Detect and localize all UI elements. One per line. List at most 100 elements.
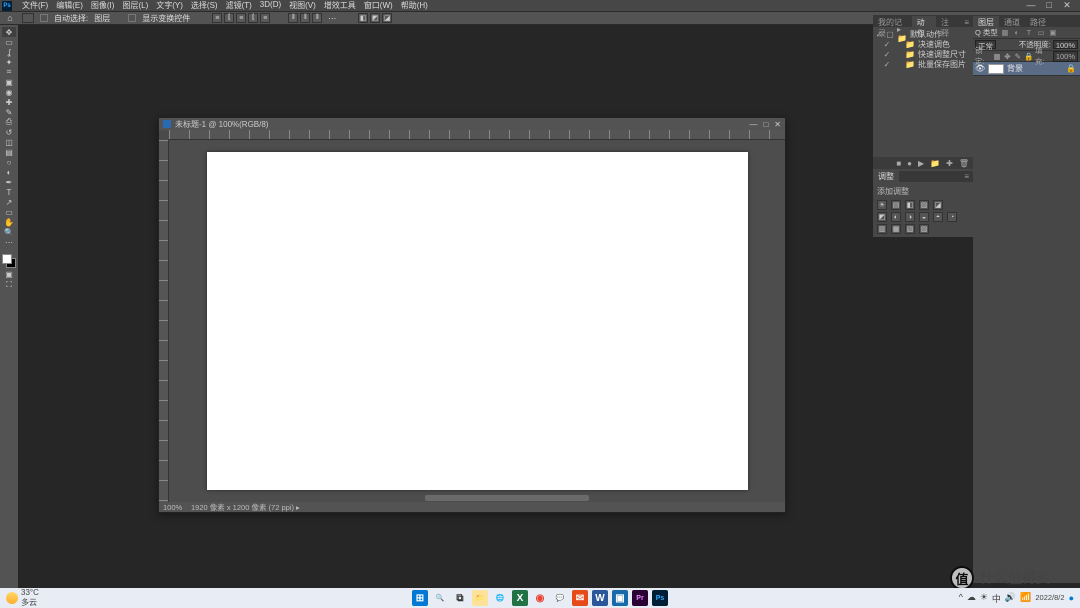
crop-tool[interactable] <box>2 67 16 77</box>
tray-icon[interactable]: 📶 <box>1020 592 1031 605</box>
auto-select-dropdown[interactable]: 图层 <box>94 13 110 24</box>
distribute-button[interactable]: ⫴ <box>312 13 322 23</box>
menu-item[interactable]: 视图(V) <box>285 0 320 11</box>
taskbar-chrome-button[interactable]: ◉ <box>532 590 548 606</box>
hand-tool[interactable] <box>2 217 16 227</box>
adjustment-preset-button[interactable]: ◧ <box>905 200 915 210</box>
tray-icon[interactable]: ☁ <box>967 592 976 605</box>
adjustment-preset-button[interactable]: ▥ <box>877 224 887 234</box>
adjustment-preset-button[interactable]: ◩ <box>877 212 887 222</box>
shape-tool[interactable] <box>2 207 16 217</box>
align-button[interactable]: ≡ <box>212 13 222 23</box>
align-button[interactable]: ⫿ <box>224 13 234 23</box>
adjustment-preset-button[interactable]: ◓ <box>933 212 943 222</box>
taskbar-start-button[interactable]: ⊞ <box>412 590 428 606</box>
taskbar-date[interactable]: 2022/8/2 <box>1035 594 1064 602</box>
action-check-icon[interactable]: ✓ <box>883 50 891 59</box>
fill-field[interactable]: 100% <box>1053 51 1078 62</box>
window-maximize-button[interactable]: □ <box>1044 0 1054 11</box>
menu-item[interactable]: 滤镜(T) <box>222 0 256 11</box>
filter-type-icon[interactable]: T <box>1024 28 1034 37</box>
quick-mask-button[interactable]: ▣ <box>2 269 16 279</box>
menu-item[interactable]: 编辑(E) <box>52 0 87 11</box>
layer-visibility-icon[interactable]: 👁 <box>975 64 985 73</box>
mode-button[interactable]: ◩ <box>370 13 380 23</box>
taskbar-pr-button[interactable]: Pr <box>632 590 648 606</box>
tray-icon[interactable]: 中 <box>992 592 1001 605</box>
home-button[interactable]: ⌂ <box>4 13 16 23</box>
taskbar-weather[interactable]: 33°C 多云 <box>0 588 45 608</box>
adjustments-tab[interactable]: 调整 <box>873 171 899 182</box>
more-tool[interactable] <box>2 237 16 247</box>
action-item[interactable]: ✓📁决速调色 <box>875 39 971 49</box>
scrollbar-thumb[interactable] <box>425 495 589 501</box>
action-item[interactable]: ✓▢▸ 📁默认动作 <box>875 29 971 39</box>
dodge-tool[interactable] <box>2 167 16 177</box>
taskbar-explorer-button[interactable]: 📁 <box>472 590 488 606</box>
magic-wand-tool[interactable] <box>2 57 16 67</box>
menu-item[interactable]: 图像(I) <box>87 0 119 11</box>
foreground-color-swatch[interactable] <box>2 254 12 264</box>
taskbar-taskview-button[interactable]: ⧉ <box>452 590 468 606</box>
adjustment-preset-button[interactable]: ◪ <box>933 200 943 210</box>
taskbar-chat-button[interactable]: 💬 <box>552 590 568 606</box>
menu-item[interactable]: 图层(L) <box>118 0 152 11</box>
action-item[interactable]: ✓📁批量保存图片 <box>875 59 971 69</box>
adjustment-preset-button[interactable]: ◒ <box>919 212 929 222</box>
menu-item[interactable]: 文件(F) <box>18 0 52 11</box>
rect-marquee-tool[interactable] <box>2 37 16 47</box>
actions-footer-button[interactable]: ● <box>907 159 912 168</box>
lock-position-icon[interactable]: ✥ <box>1003 52 1011 61</box>
pen-tool[interactable] <box>2 177 16 187</box>
path-select-tool[interactable] <box>2 197 16 207</box>
doc-minimize-button[interactable]: — <box>749 120 757 129</box>
adjustment-preset-button[interactable]: ☀ <box>877 200 887 210</box>
gradient-tool[interactable] <box>2 147 16 157</box>
adjustment-preset-button[interactable]: ▨ <box>919 224 929 234</box>
history-brush-tool[interactable] <box>2 127 16 137</box>
tray-icon[interactable]: 🔊 <box>1005 592 1016 605</box>
zoom-tool[interactable] <box>2 227 16 237</box>
taskbar-ps-button[interactable]: Ps <box>652 590 668 606</box>
adjustment-preset-button[interactable]: ◐ <box>891 212 901 222</box>
active-tool-indicator[interactable] <box>22 13 34 23</box>
actions-footer-button[interactable]: ■ <box>896 159 901 168</box>
adjustment-preset-button[interactable]: ▦ <box>891 224 901 234</box>
layer-name[interactable]: 背景 <box>1007 63 1023 74</box>
opacity-field[interactable]: 100% <box>1053 40 1078 49</box>
action-dialog-icon[interactable]: ▢ <box>886 30 894 39</box>
menu-item[interactable]: 窗口(W) <box>360 0 397 11</box>
adjustment-preset-button[interactable]: ◔ <box>947 212 957 222</box>
taskbar-search-button[interactable]: 🔍 <box>432 590 448 606</box>
lasso-tool[interactable] <box>2 47 16 57</box>
action-check-icon[interactable]: ✓ <box>883 60 891 69</box>
layer-filter-label[interactable]: Q 类型 <box>975 27 998 38</box>
eyedropper-tool[interactable] <box>2 87 16 97</box>
blur-tool[interactable] <box>2 157 16 167</box>
panel-menu-button[interactable]: ≡ <box>960 18 973 27</box>
menu-item[interactable]: 增效工具 <box>320 0 360 11</box>
lock-paint-icon[interactable]: ✎ <box>1014 52 1022 61</box>
zoom-field[interactable]: 100% <box>163 503 191 512</box>
doc-close-button[interactable]: ✕ <box>774 120 781 129</box>
canvas-viewport[interactable] <box>169 140 785 502</box>
taskbar-edge-button[interactable]: 🌐 <box>492 590 508 606</box>
distribute-button[interactable]: ⫴ <box>300 13 310 23</box>
layer-row[interactable]: 👁 背景 🔒 <box>973 62 1080 76</box>
distribute-button[interactable]: ⫴ <box>288 13 298 23</box>
lock-all-icon[interactable]: 🔒 <box>1024 52 1033 61</box>
adjustment-preset-button[interactable]: ◑ <box>905 212 915 222</box>
mode-button[interactable]: ◧ <box>358 13 368 23</box>
adjustment-preset-button[interactable]: ▨ <box>919 200 929 210</box>
healing-tool[interactable] <box>2 97 16 107</box>
filter-smart-icon[interactable]: ▣ <box>1048 28 1058 37</box>
frame-tool[interactable] <box>2 77 16 87</box>
actions-footer-button[interactable]: 🗑 <box>959 159 969 168</box>
actions-tab[interactable]: 动作 <box>912 16 936 27</box>
taskbar-excel-button[interactable]: X <box>512 590 528 606</box>
layers-tab[interactable]: 通道 <box>999 16 1025 27</box>
menu-item[interactable]: 选择(S) <box>187 0 222 11</box>
move-tool[interactable] <box>2 27 16 37</box>
action-check-icon[interactable]: ✓ <box>875 30 883 39</box>
menu-item[interactable]: 3D(D) <box>256 0 285 11</box>
